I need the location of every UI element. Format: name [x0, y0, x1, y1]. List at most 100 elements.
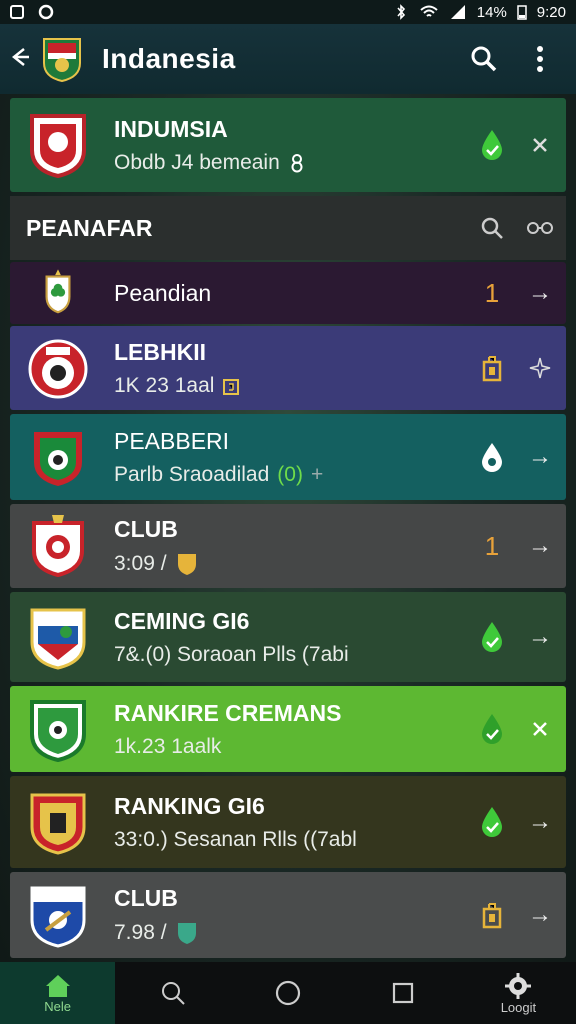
- nav-search[interactable]: [115, 962, 230, 1024]
- nav-login[interactable]: Loogit: [461, 962, 576, 1024]
- gold-shield-icon: [177, 553, 196, 575]
- team-name: CLUB: [114, 884, 178, 911]
- gallery-notification-icon: [10, 5, 24, 19]
- close-icon: [533, 138, 547, 152]
- favorite-star-button[interactable]: [514, 357, 566, 379]
- team-row[interactable]: CEMING GI6 7&.(0) Soraoan Plls (7abi →: [10, 592, 566, 682]
- trophy-icon: [223, 378, 240, 395]
- status-bar: 14% 9:20: [0, 0, 576, 24]
- verified-button[interactable]: [470, 620, 514, 654]
- nav-home-circle[interactable]: [230, 962, 345, 1024]
- close-button[interactable]: [514, 719, 566, 739]
- medal-button[interactable]: [470, 354, 514, 382]
- overflow-menu-button[interactable]: [512, 31, 568, 87]
- filter-icon: [527, 222, 553, 234]
- teal-shield-icon: [177, 922, 196, 944]
- team-name: RANKIRE CREMANS: [114, 699, 342, 726]
- white-drop-icon: [482, 443, 502, 472]
- plus-icon: +: [310, 462, 324, 486]
- open-arrow-icon[interactable]: →: [514, 808, 566, 836]
- verified-button[interactable]: [470, 712, 514, 746]
- nav-recents[interactable]: [346, 962, 461, 1024]
- team-crest-icon: [28, 339, 88, 399]
- settings-gear-icon: [505, 972, 532, 999]
- green-check-drop-icon: [482, 714, 502, 744]
- sparkle-icon: [529, 357, 551, 379]
- featured-team-card[interactable]: INDUMSIA Obdb J4 bemeain: [10, 98, 566, 192]
- clock: 9:20: [536, 3, 566, 21]
- medal-icon: [482, 903, 502, 929]
- rank-number: 1: [484, 530, 500, 561]
- open-arrow-icon[interactable]: →: [514, 901, 566, 929]
- battery-icon: [517, 5, 527, 20]
- team-subtitle: 7&.(0) Soraoan Plls (7abi: [114, 642, 349, 666]
- search-icon: [161, 982, 185, 1005]
- team-row[interactable]: LEBHKII 1K 23 1aal: [10, 326, 566, 410]
- wifi-icon: [420, 5, 438, 17]
- team-subtitle: 7.98 /: [114, 920, 167, 944]
- open-arrow-icon[interactable]: →: [514, 532, 566, 560]
- battery-percent: 14%: [476, 3, 507, 21]
- app-bar: Indanesia: [0, 24, 576, 94]
- team-row[interactable]: RANKING GI6 33:0.) Sesanan Rlls ((7abl →: [10, 776, 566, 868]
- team-subtitle: 3:09 /: [114, 551, 167, 575]
- team-subtitle: 1k.23 1aalk: [114, 734, 222, 758]
- team-subtitle: 33:0.) Sesanan Rlls ((7abl: [114, 827, 357, 851]
- section-search-button[interactable]: [470, 216, 514, 240]
- link-icon: [291, 153, 303, 172]
- team-name: CLUB: [114, 515, 178, 542]
- signal-icon: [450, 5, 465, 19]
- page-title: Indanesia: [102, 43, 236, 74]
- team-name: RANKING GI6: [114, 792, 265, 819]
- close-button[interactable]: [514, 135, 566, 155]
- medal-icon: [482, 356, 502, 382]
- search-button[interactable]: [456, 31, 512, 87]
- team-subtitle: 1K 23 1aal: [114, 373, 215, 397]
- team-name: CEMING GI6: [114, 607, 250, 634]
- team-crest-icon: [32, 515, 84, 578]
- rank-number: 1: [484, 277, 500, 308]
- home-icon: [45, 974, 70, 997]
- app-notification-icon: [38, 4, 54, 20]
- more-vertical-icon: [537, 46, 543, 72]
- section-filter-button[interactable]: [514, 218, 566, 238]
- team-row[interactable]: PEABBERI Parlb Sraoadilad (0) + →: [10, 414, 566, 500]
- section-title: PEANAFAR: [26, 214, 153, 241]
- bottom-navigation: Nele Loogit: [0, 962, 576, 1024]
- open-arrow-icon[interactable]: →: [514, 623, 566, 651]
- team-crest-icon: [45, 269, 71, 314]
- verified-button[interactable]: [470, 128, 514, 162]
- team-badge: (0): [277, 462, 303, 486]
- search-icon: [481, 217, 503, 239]
- team-crest-icon: [30, 608, 86, 670]
- section-header: PEANAFAR: [10, 196, 566, 260]
- team-row[interactable]: Peandian 1 →: [10, 262, 566, 324]
- team-name: LEBHKII: [114, 338, 206, 365]
- team-crest-icon: [30, 886, 86, 948]
- team-name: INDUMSIA: [114, 115, 228, 142]
- team-crest-icon: [30, 793, 86, 855]
- status-button[interactable]: [470, 441, 514, 473]
- circle-home-icon: [275, 980, 301, 1006]
- team-row-selected[interactable]: RANKIRE CREMANS 1k.23 1aalk: [10, 686, 566, 772]
- team-subtitle: Parlb Sraoadilad: [114, 462, 270, 486]
- green-check-drop-icon: [482, 130, 502, 160]
- bluetooth-icon: [397, 4, 405, 20]
- team-crest-icon: [30, 114, 86, 179]
- back-arrow-icon[interactable]: [8, 44, 36, 75]
- search-icon: [471, 46, 497, 72]
- green-check-drop-icon: [482, 622, 502, 652]
- nav-home-label: Nele: [44, 998, 71, 1014]
- verified-button[interactable]: [470, 805, 514, 839]
- open-arrow-icon[interactable]: →: [514, 279, 566, 307]
- team-row[interactable]: CLUB 3:09 / 1 →: [10, 504, 566, 588]
- close-icon: [533, 722, 547, 736]
- nav-home[interactable]: Nele: [0, 962, 116, 1024]
- team-row[interactable]: CLUB 7.98 / →: [10, 872, 566, 958]
- team-crest-icon: [30, 700, 86, 763]
- open-arrow-icon[interactable]: →: [514, 443, 566, 471]
- team-name: Peandian: [114, 279, 212, 306]
- indonesia-crest-logo: [43, 38, 81, 83]
- recents-square-icon: [393, 982, 414, 1004]
- medal-button[interactable]: [470, 901, 514, 929]
